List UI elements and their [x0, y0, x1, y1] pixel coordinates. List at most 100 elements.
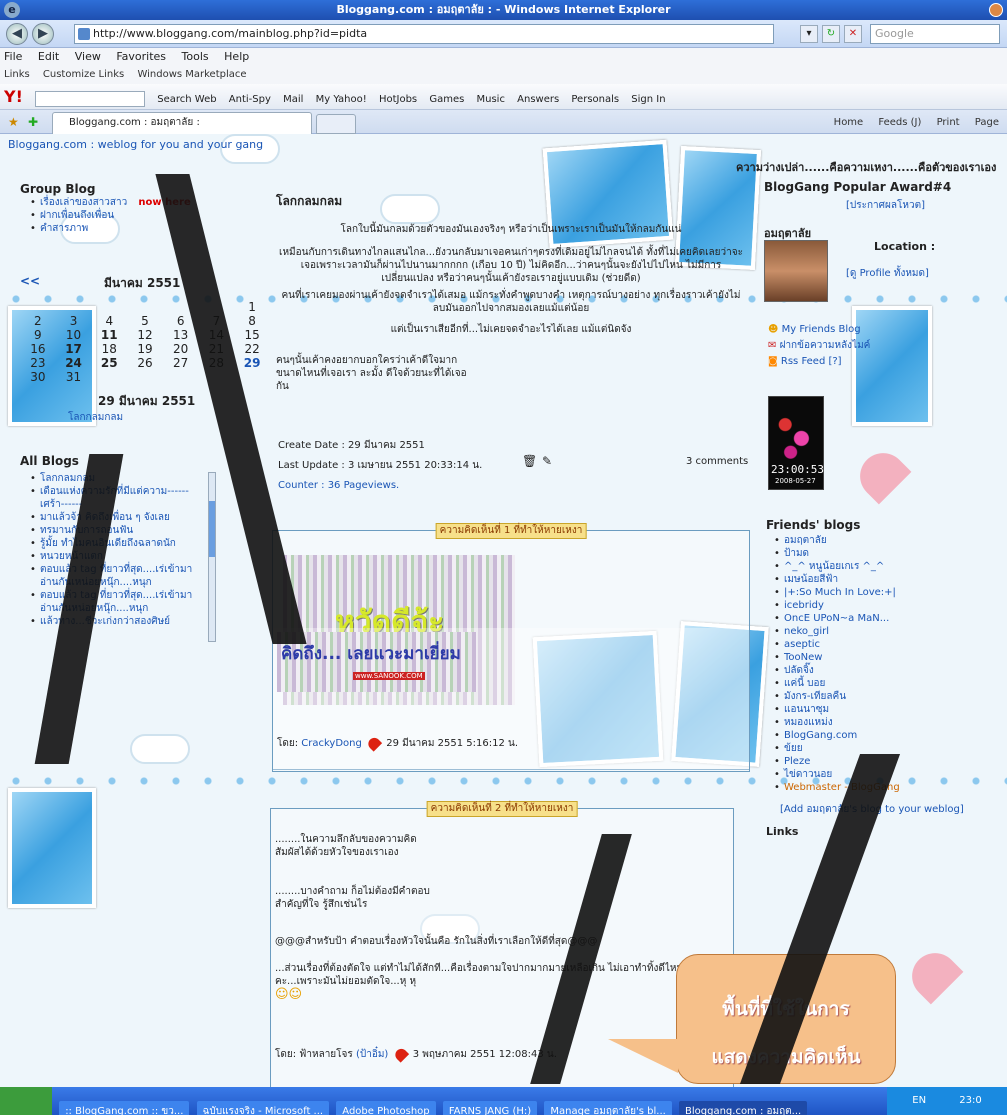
taskbar-item[interactable]: ฉบับแรงจริง - Microsoft ...: [196, 1101, 330, 1115]
friend-blog-link[interactable]: ป้ามด: [772, 547, 926, 560]
calendar-day[interactable]: 29: [234, 356, 270, 370]
friend-blog-link[interactable]: แอนนาซุม: [772, 703, 926, 716]
calendar-day[interactable]: 23: [20, 356, 56, 370]
calendar-day[interactable]: 25: [91, 356, 127, 370]
calendar-day[interactable]: 15: [234, 328, 270, 342]
friend-blog-link[interactable]: แค่นี้ บอย: [772, 677, 926, 690]
friend-blog-link[interactable]: ^_^ หนูน้อยเกเร ^_^: [772, 560, 926, 573]
cmd-page[interactable]: Page: [975, 117, 999, 128]
menu-favorites[interactable]: Favorites: [116, 50, 166, 63]
friend-blog-link[interactable]: aseptic: [772, 638, 926, 651]
calendar-day[interactable]: 18: [91, 342, 127, 356]
all-blogs-item[interactable]: แล้วทาง...ชีวะเก่งกว่าสองศิษย์: [28, 615, 203, 628]
taskbar-item[interactable]: Manage อมฤตาลัย's bl...: [544, 1101, 672, 1115]
taskbar-item[interactable]: :: BlogGang.com :: ขว...: [59, 1101, 190, 1115]
calendar-day[interactable]: 5: [127, 314, 163, 328]
toolbar-personals[interactable]: Personals: [571, 94, 619, 105]
friend-blog-link[interactable]: OncE UPoN~a MaN...: [772, 612, 926, 625]
friend-blog-link[interactable]: TooNew: [772, 651, 926, 664]
refresh-icon[interactable]: ↻: [822, 25, 840, 43]
start-button[interactable]: [0, 1087, 52, 1115]
menu-view[interactable]: View: [75, 50, 101, 63]
friend-blog-link[interactable]: BlogGang.com: [772, 729, 926, 742]
calendar-day[interactable]: 2: [20, 314, 56, 328]
friend-blog-link[interactable]: อมฤตาลัย: [772, 534, 926, 547]
tab-bloggang[interactable]: Bloggang.com : อมฤตาลัย :: [52, 112, 312, 134]
trash-icon[interactable]: 🗑: [522, 454, 537, 468]
edit-icon[interactable]: ✎: [542, 454, 552, 468]
cmd-home[interactable]: Home: [834, 117, 864, 128]
calendar-day[interactable]: 3: [56, 314, 92, 328]
calendar-day[interactable]: 26: [127, 356, 163, 370]
calendar-day[interactable]: 24: [56, 356, 92, 370]
stop-icon[interactable]: ✕: [844, 25, 862, 43]
toolbar-my-yahoo[interactable]: My Yahoo!: [316, 94, 367, 105]
favorites-star-icon[interactable]: ★: [8, 115, 19, 129]
calendar-day[interactable]: 11: [91, 328, 127, 342]
all-blogs-item[interactable]: ตอบแล้ว tag ที่ยาวที่สุด....เร่เข้ามาอ่า…: [28, 563, 203, 589]
calendar-day[interactable]: 16: [20, 342, 56, 356]
friend-blog-link[interactable]: ปลัดจิ๊ง: [772, 664, 926, 677]
post-comments-count[interactable]: 3 comments: [686, 456, 748, 467]
calendar-day[interactable]: 12: [127, 328, 163, 342]
back-button[interactable]: ◀: [6, 23, 28, 45]
all-blogs-item[interactable]: ทรมานกับการถอนฟัน: [28, 524, 203, 537]
comment-author-link[interactable]: CrackyDong: [301, 738, 362, 749]
taskbar-item[interactable]: FARNS JANG (H:): [442, 1101, 538, 1115]
taskbar-item[interactable]: Adobe Photoshop: [336, 1101, 436, 1115]
friend-blog-link[interactable]: Pleze: [772, 755, 926, 768]
yahoo-logo-icon[interactable]: Y!: [4, 87, 23, 106]
comment-author-link[interactable]: (ป้าอิ๋ม): [356, 1049, 388, 1060]
calendar-day[interactable]: 8: [234, 314, 270, 328]
friend-blog-link[interactable]: neko_girl: [772, 625, 926, 638]
friend-blog-link[interactable]: |+:So Much In Love:+|: [772, 586, 926, 599]
calendar-day[interactable]: 27: [163, 356, 199, 370]
friend-blog-link[interactable]: มังกร-เทียลคืน: [772, 690, 926, 703]
friend-blog-link[interactable]: ข้ยย: [772, 742, 926, 755]
search-input[interactable]: Google: [870, 24, 1000, 44]
url-input[interactable]: http://www.bloggang.com/mainblog.php?id=…: [74, 24, 774, 44]
all-blogs-item[interactable]: ตอบแล้ว tag ที่ยาวที่สุด....เร่เข้ามาอ่า…: [28, 589, 203, 615]
window-close-icon[interactable]: [989, 3, 1003, 17]
message-link[interactable]: ✉ ฝากข้อความหลังไมค์: [768, 338, 870, 354]
calendar-day[interactable]: 10: [56, 328, 92, 342]
my-friends-blog-link[interactable]: ☻ My Friends Blog: [768, 322, 870, 338]
profile-link[interactable]: [ดู Profile ทั้งหมด]: [846, 266, 929, 281]
all-blogs-item[interactable]: รู้มั้ย ทำไมคนอินเดียถึงฉลาดนัก: [28, 537, 203, 550]
calendar-day[interactable]: 31: [56, 370, 92, 384]
new-tab-button[interactable]: [316, 114, 356, 134]
menu-help[interactable]: Help: [224, 50, 249, 63]
cmd-feeds[interactable]: Feeds (J): [878, 117, 921, 128]
dropdown-arrow-icon[interactable]: ▾: [800, 25, 818, 43]
calendar-day[interactable]: 1: [234, 300, 270, 314]
calendar-prev-link[interactable]: <<: [20, 274, 40, 288]
friend-blog-link[interactable]: เมษน้อยสีฟ้า: [772, 573, 926, 586]
calendar-day[interactable]: 19: [127, 342, 163, 356]
toolbar-answers[interactable]: Answers: [517, 94, 559, 105]
menu-tools[interactable]: Tools: [182, 50, 209, 63]
calendar-day[interactable]: 30: [20, 370, 56, 384]
menu-edit[interactable]: Edit: [38, 50, 59, 63]
toolbar-anti-spy[interactable]: Anti-Spy: [229, 94, 271, 105]
toolbar-games[interactable]: Games: [429, 94, 464, 105]
toolbar-mail[interactable]: Mail: [283, 94, 303, 105]
rss-feed-link[interactable]: ◙ Rss Feed [?]: [768, 354, 870, 370]
calendar-day[interactable]: 13: [163, 328, 199, 342]
menu-file[interactable]: File: [4, 50, 22, 63]
award-vote-link[interactable]: [ประกาศผลโหวต]: [846, 198, 925, 213]
calendar-current-post-link[interactable]: โลกกลมกลม: [68, 410, 123, 425]
all-blogs-scrollbar[interactable]: [208, 472, 216, 642]
windows-marketplace-link[interactable]: Windows Marketplace: [137, 69, 246, 80]
language-indicator[interactable]: EN: [912, 1095, 926, 1106]
toolbar-search-web[interactable]: Search Web: [157, 94, 216, 105]
all-blogs-item[interactable]: หนวยหน้าแตก: [28, 550, 203, 563]
add-favorites-icon[interactable]: ✚: [28, 115, 38, 129]
toolbar-music[interactable]: Music: [477, 94, 505, 105]
toolbar-search-input[interactable]: [35, 91, 146, 107]
scrollbar-thumb[interactable]: [209, 501, 215, 557]
calendar-day[interactable]: 9: [20, 328, 56, 342]
all-blogs-item[interactable]: มาแล้วจ้า คิดถึงเพื่อน ๆ จังเลย: [28, 511, 203, 524]
blog-header-link[interactable]: Bloggang.com : weblog for you and your g…: [8, 138, 263, 151]
toolbar-hotjobs[interactable]: HotJobs: [379, 94, 417, 105]
friend-blog-link[interactable]: icebridy: [772, 599, 926, 612]
